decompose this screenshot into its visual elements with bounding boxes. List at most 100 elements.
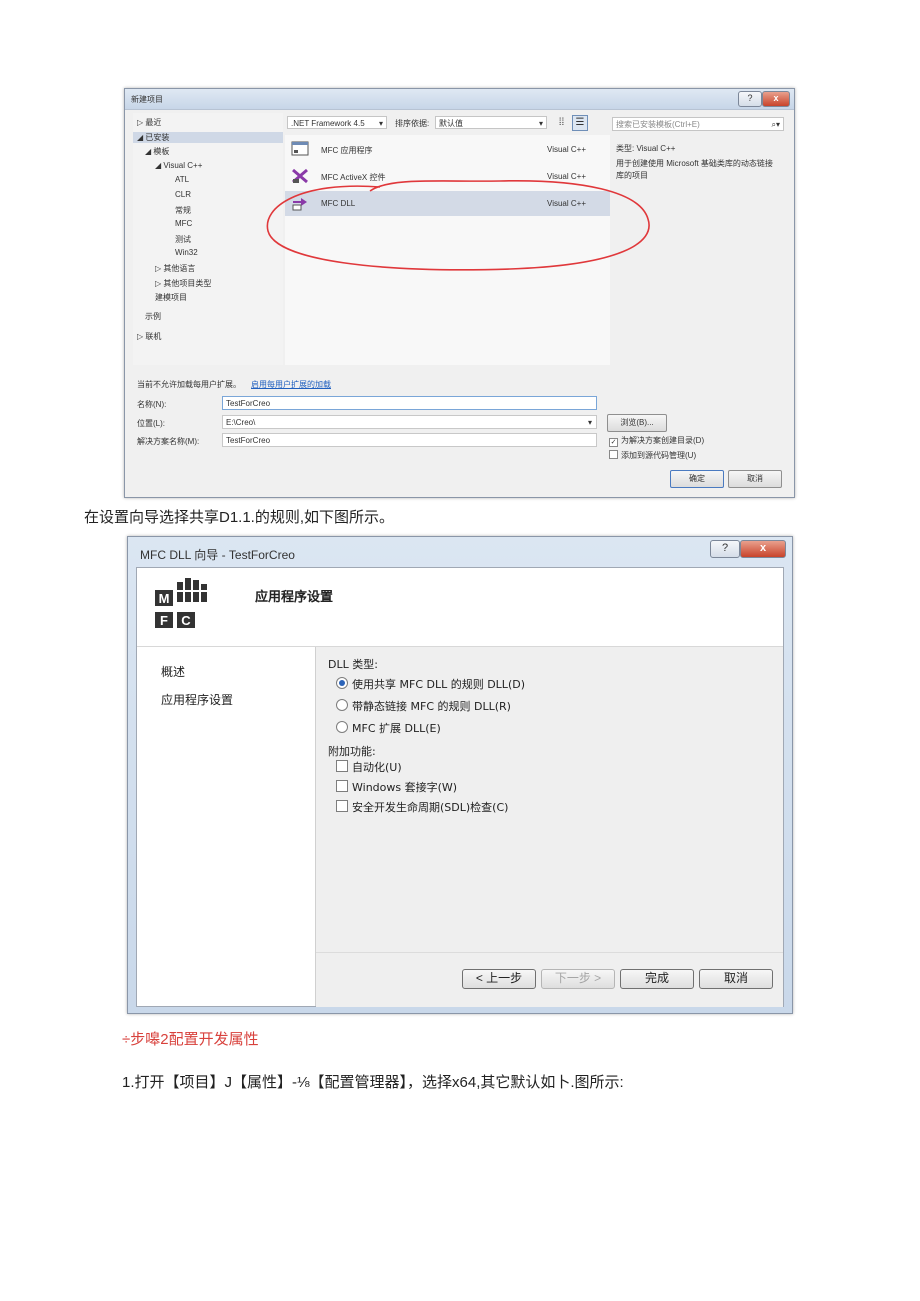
extra-features-label: 附加功能:	[328, 745, 376, 758]
help-button[interactable]: ?	[738, 91, 762, 107]
chevron-down-icon: ▾	[587, 418, 592, 427]
wizard-header: M F C 应用程序设置	[137, 568, 783, 647]
wizard-footer: < 上一步 下一步 > 完成 取消	[316, 952, 783, 1007]
option-label: Windows 套接字(W)	[352, 781, 458, 794]
finish-button[interactable]: 完成	[620, 969, 694, 989]
solution-name-label: 解决方案名称(M):	[137, 437, 200, 446]
step-instruction: 1.打开【项目】J【属性】-⅛【配置管理器】，选择x64,其它默认如卜.图所示:	[122, 1074, 624, 1091]
wizard-content: DLL 类型: 使用共享 MFC DLL 的规则 DLL(D) 带静态链接 MF…	[316, 647, 783, 952]
option-label: 使用共享 MFC DLL 的规则 DLL(D)	[352, 678, 525, 691]
grid-view-icon[interactable]: ⁞⁞	[555, 116, 568, 129]
option-label: 安全开发生命周期(SDL)检查(C)	[352, 801, 509, 814]
step-heading: ÷步嗥2配置开发属性	[122, 1031, 259, 1048]
radio-selected-icon	[336, 677, 348, 689]
checkbox-icon	[336, 760, 348, 772]
checkbox-box	[609, 450, 618, 459]
mfc-app-icon	[291, 141, 309, 156]
wizard-client-area: M F C 应用程序设置 概述 应用程序设置 DLL 类型: 使用共享 MFC …	[136, 567, 784, 1007]
checkbox-automation[interactable]: 自动化(U)	[336, 759, 402, 775]
checkbox-icon	[336, 800, 348, 812]
chevron-down-icon: ▾	[378, 119, 383, 128]
logo-letter-f: F	[160, 613, 168, 628]
cancel-button[interactable]: 取消	[699, 969, 773, 989]
cancel-button[interactable]: 取消	[728, 470, 782, 488]
radio-icon	[336, 699, 348, 711]
source-control-label: 添加到源代码管理(U)	[621, 451, 697, 460]
title-bar: 新建项目 ? x	[125, 89, 794, 110]
red-annotation-ellipse	[266, 179, 650, 271]
tree-item[interactable]: ▷ 其他语言	[155, 263, 195, 274]
framework-value: .NET Framework 4.5	[291, 119, 365, 128]
nav-item-app-settings[interactable]: 应用程序设置	[161, 691, 233, 708]
mfc-dll-wizard-dialog: MFC DLL 向导 - TestForCreo ? x M F C 应用程序设…	[127, 536, 793, 1014]
sort-select[interactable]: 默认值 ▾	[435, 116, 547, 129]
previous-button[interactable]: < 上一步	[462, 969, 536, 989]
tree-item[interactable]: MFC	[175, 219, 192, 228]
sort-value: 默认值	[439, 119, 463, 128]
dialog-title: MFC DLL 向导 - TestForCreo	[140, 548, 295, 562]
enable-extensions-link[interactable]: 启用每用户扩展的加载	[251, 379, 331, 390]
tree-item[interactable]: 示例	[145, 311, 161, 322]
solution-name-input[interactable]: TestForCreo	[222, 433, 597, 447]
create-directory-checkbox[interactable]: ✓ 为解决方案创建目录(D)	[609, 435, 704, 447]
next-button[interactable]: 下一步 >	[541, 969, 615, 989]
option-label: 带静态链接 MFC 的规则 DLL(R)	[352, 700, 511, 713]
new-project-dialog: 新建项目 ? x ▷ 最近 ◢ 已安装 ◢ 模板 ◢ Visual C++ ATL CLR…	[124, 88, 795, 498]
location-value: E:\Creo\	[226, 418, 256, 427]
browse-button[interactable]: 浏览(B)...	[607, 414, 667, 432]
tree-item[interactable]: ▷ 联机	[137, 331, 161, 342]
location-input[interactable]: E:\Creo\ ▾	[222, 415, 597, 429]
template-item[interactable]: MFC 应用程序 Visual C++	[285, 137, 610, 162]
tree-item[interactable]: 常规	[175, 205, 191, 216]
caption-wizard-instruction: 在设置向导选择共享D1.1.的规则,如下图所示。	[84, 509, 395, 526]
radio-mfc-extension-dll[interactable]: MFC 扩展 DLL(E)	[336, 720, 441, 736]
tree-item[interactable]: ◢ Visual C++	[155, 161, 202, 170]
help-button[interactable]: ?	[710, 540, 740, 558]
template-type: 类型: Visual C++	[616, 144, 676, 153]
checkbox-icon	[336, 780, 348, 792]
search-icon: ⌕▾	[771, 120, 781, 129]
close-button[interactable]: x	[762, 91, 790, 107]
option-label: MFC 扩展 DLL(E)	[352, 722, 441, 735]
tree-item[interactable]: ATL	[175, 175, 189, 184]
tree-item[interactable]: 测试	[175, 234, 191, 245]
name-label: 名称(N):	[137, 400, 167, 409]
template-language: Visual C++	[547, 145, 586, 154]
mfc-logo-icon: M F C	[155, 578, 207, 628]
template-search-input[interactable]: 搜索已安装模板(Ctrl+E) ⌕▾	[612, 117, 784, 131]
project-name-input[interactable]: TestForCreo	[222, 396, 597, 410]
list-view-icon[interactable]: ☰	[572, 115, 588, 131]
ok-button[interactable]: 确定	[670, 470, 724, 488]
tree-item[interactable]: ▷ 其他项目类型	[155, 278, 211, 289]
page-title: 应用程序设置	[255, 589, 334, 604]
sort-label: 排序依据:	[395, 119, 430, 128]
logo-letter-c: C	[181, 613, 191, 628]
tree-item[interactable]: Win32	[175, 248, 198, 257]
radio-static-mfc-dll[interactable]: 带静态链接 MFC 的规则 DLL(R)	[336, 698, 511, 714]
project-settings: 当前不允许加载每用户扩展。 启用每用户扩展的加载 名称(N): TestForC…	[125, 373, 794, 497]
tree-item[interactable]: CLR	[175, 190, 191, 199]
template-toolbar: .NET Framework 4.5 ▾ 排序依据: 默认值 ▾ ⁞⁞ ☰	[285, 113, 610, 133]
close-button[interactable]: x	[740, 540, 786, 558]
source-control-checkbox[interactable]: 添加到源代码管理(U)	[609, 450, 696, 461]
create-directory-label: 为解决方案创建目录(D)	[621, 436, 705, 445]
template-name: MFC 应用程序	[321, 146, 373, 155]
location-label: 位置(L):	[137, 419, 165, 428]
tree-item[interactable]: 建模项目	[155, 292, 187, 303]
tree-item[interactable]: ◢ 模板	[145, 146, 169, 157]
dll-type-label: DLL 类型:	[328, 658, 378, 671]
nav-item-overview[interactable]: 概述	[161, 663, 185, 680]
checkmark-icon: ✓	[609, 438, 618, 447]
logo-letter-m: M	[159, 591, 170, 606]
checkbox-windows-sockets[interactable]: Windows 套接字(W)	[336, 779, 457, 795]
tree-item[interactable]: ◢ 已安装	[133, 131, 283, 143]
wizard-nav: 概述 应用程序设置	[137, 647, 316, 1006]
dialog-title: 新建项目	[131, 95, 163, 104]
framework-select[interactable]: .NET Framework 4.5 ▾	[287, 116, 387, 129]
chevron-down-icon: ▾	[538, 119, 543, 128]
option-label: 自动化(U)	[352, 761, 402, 774]
radio-shared-mfc-dll[interactable]: 使用共享 MFC DLL 的规则 DLL(D)	[336, 676, 525, 692]
tree-item[interactable]: ▷ 最近	[137, 117, 161, 128]
radio-icon	[336, 721, 348, 733]
checkbox-sdl-checks[interactable]: 安全开发生命周期(SDL)检查(C)	[336, 799, 508, 815]
